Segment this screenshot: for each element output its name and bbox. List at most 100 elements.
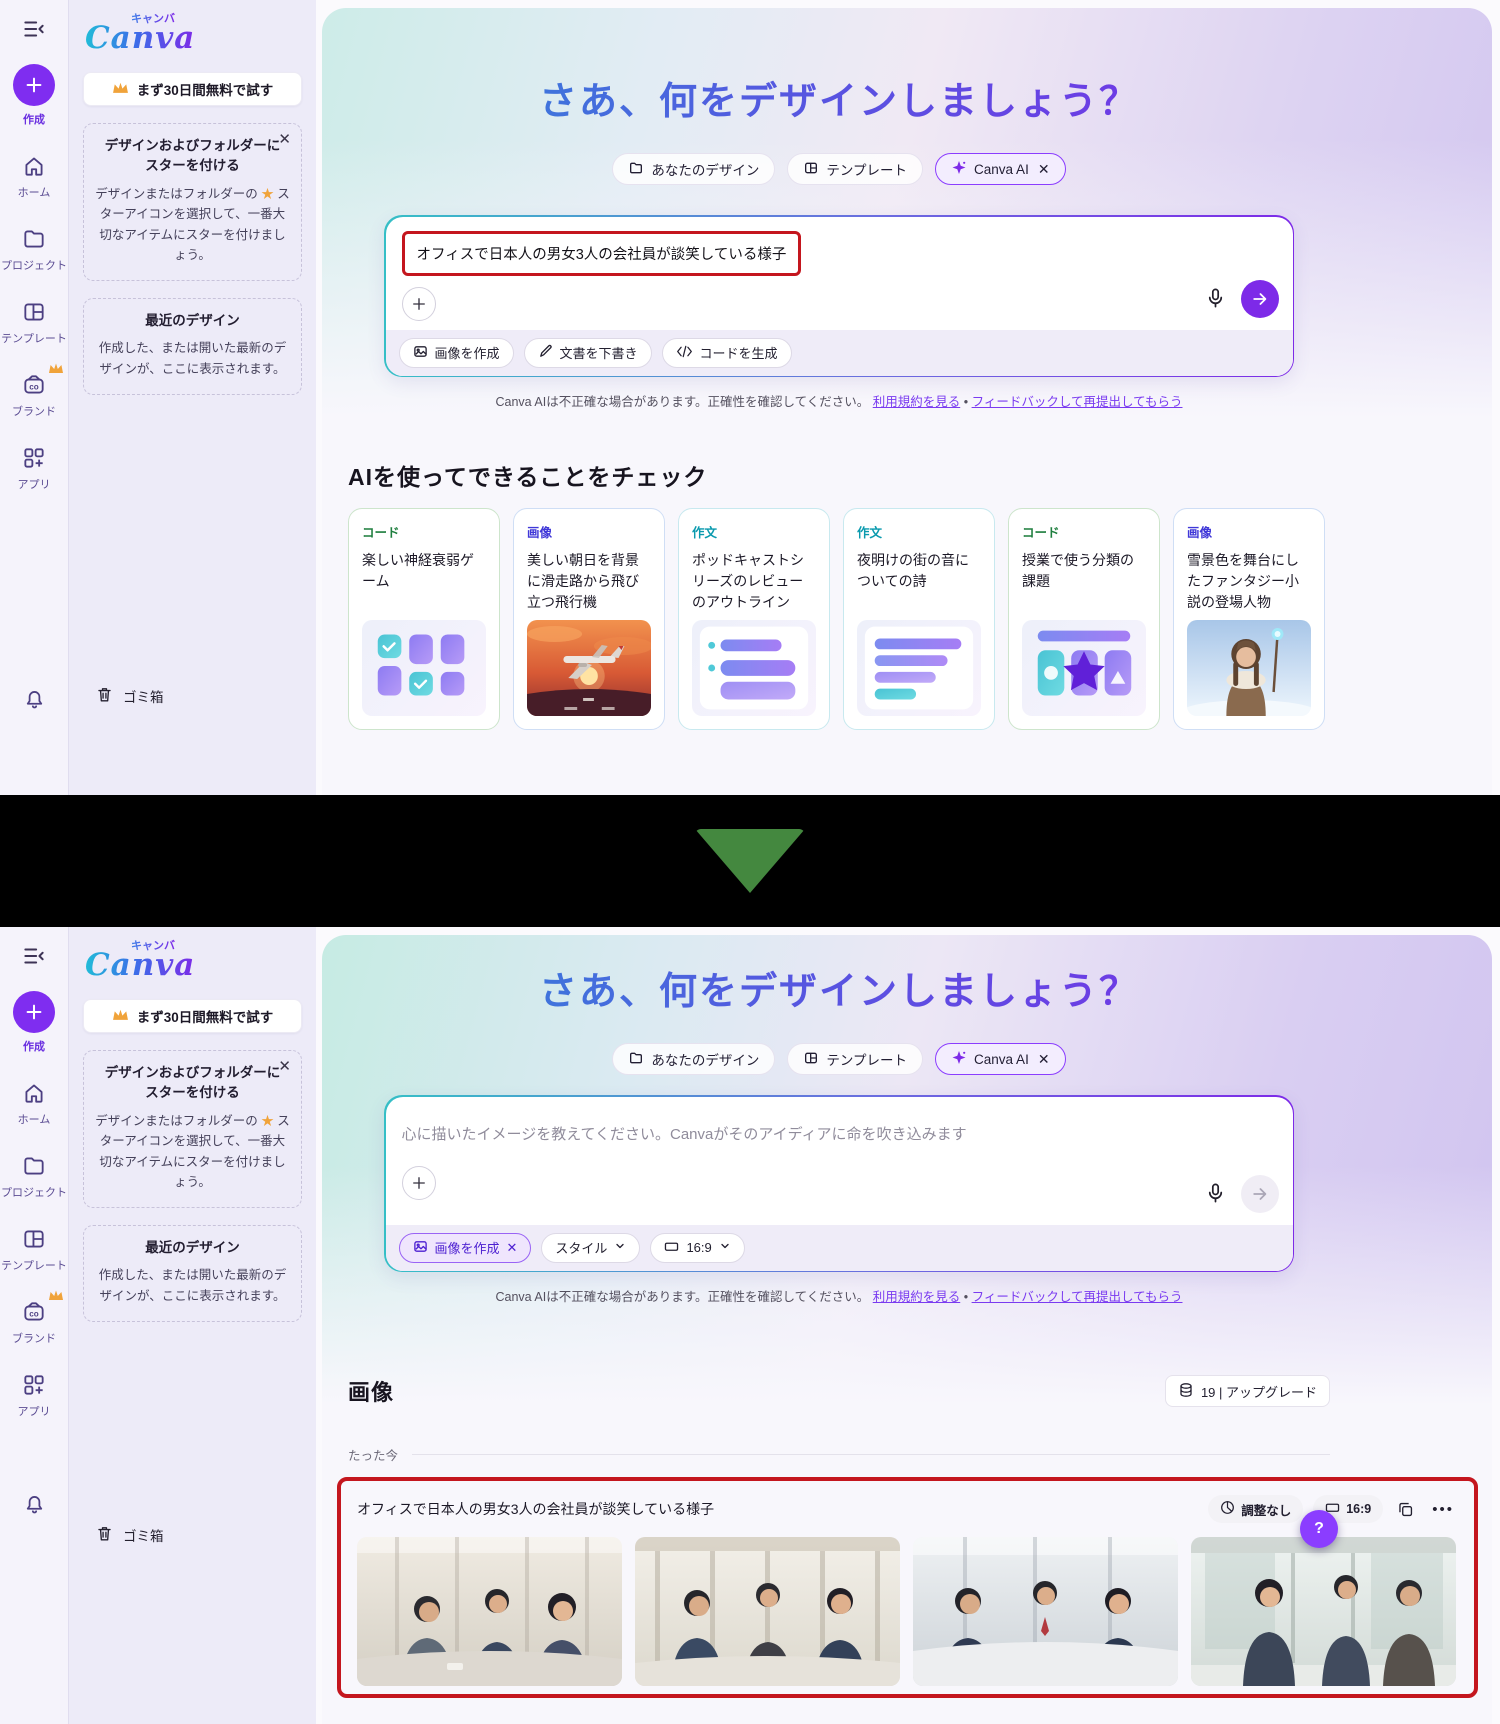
prompt-text: オフィスで日本人の男女3人の会社員が談笑している様子 xyxy=(417,247,787,263)
style-dropdown[interactable]: スタイル xyxy=(541,1233,640,1263)
close-icon[interactable]: ✕ xyxy=(1038,161,1050,178)
more-options-icon[interactable]: ••• xyxy=(1428,1501,1458,1518)
canva-logo-wordmark: Canva xyxy=(85,947,195,983)
free-trial-button[interactable]: まず30日間無料で試す xyxy=(83,72,302,106)
code-icon xyxy=(676,345,693,361)
image-icon xyxy=(413,344,428,362)
ai-disclaimer: Canva AIは不正確な場合があります。正確性を確認してください。 利用規約を… xyxy=(322,391,1356,410)
main-panel-after: さあ、何をデザインしましょう？ あなたのデザイン テンプレート Canva AI… xyxy=(322,935,1492,1724)
feedback-link[interactable]: フィードバックして再提出してもらう xyxy=(972,1290,1183,1304)
generated-image-4[interactable] xyxy=(1191,1537,1456,1686)
generated-image-3[interactable] xyxy=(913,1537,1178,1686)
annotation-result-rect: オフィスで日本人の男女3人の会社員が談笑している様子 調整なし 16:9 xyxy=(337,1477,1478,1698)
sidebar-item-templates[interactable]: テンプレート xyxy=(1,1226,67,1273)
brand-icon: co xyxy=(21,372,47,398)
icon-rail: 作成 ホーム プロジェクト テンプレート co ブランド アプリ xyxy=(0,927,68,1724)
create-label: 作成 xyxy=(23,111,45,127)
prompt-input-area[interactable]: 心に描いたイメージを教えてください。Canvaがそのアイディアに命を吹き込みます xyxy=(386,1097,1293,1225)
notifications-bell-icon[interactable] xyxy=(22,1491,47,1516)
sidebar-item-projects[interactable]: プロジェクト xyxy=(1,1153,67,1200)
generated-image-2[interactable] xyxy=(635,1537,900,1686)
ai-examples-heading: AIを使ってできることをチェック xyxy=(348,458,1356,492)
sidebar-item-home[interactable]: ホーム xyxy=(18,1080,51,1127)
close-icon[interactable]: ✕ xyxy=(1038,1051,1050,1068)
outline-list-art xyxy=(692,620,816,716)
example-card-airplane[interactable]: 画像 美しい朝日を背景に滑走路から飛び立つ飛行機 xyxy=(513,508,665,730)
tab-your-designs[interactable]: あなたのデザイン xyxy=(612,1043,775,1075)
images-section-heading: 画像 xyxy=(348,1375,394,1407)
annotation-highlight-rect: オフィスで日本人の男女3人の会社員が談笑している様子 xyxy=(402,231,802,276)
star-tiles-art xyxy=(1022,620,1146,716)
recent-designs-card: 最近のデザイン 作成した、または開いた最新のデザインが、ここに表示されます。 xyxy=(83,298,302,395)
microphone-icon[interactable] xyxy=(1204,1182,1227,1205)
terms-link[interactable]: 利用規約を見る xyxy=(873,1290,961,1304)
tab-canva-ai[interactable]: Canva AI ✕ xyxy=(935,153,1066,185)
screen-after: 作成 ホーム プロジェクト テンプレート co ブランド アプリ xyxy=(0,927,1500,1724)
copy-icon[interactable] xyxy=(1393,1500,1418,1519)
aspect-ratio-dropdown[interactable]: 16:9 xyxy=(650,1233,744,1263)
sidebar-item-home[interactable]: ホーム xyxy=(18,153,51,200)
star-icon: ★ xyxy=(261,1114,274,1128)
home-icon xyxy=(21,1080,47,1106)
svg-text:co: co xyxy=(29,383,39,392)
canva-logo[interactable]: キャンバ Canva xyxy=(85,10,195,58)
tab-templates[interactable]: テンプレート xyxy=(787,1043,923,1075)
help-button[interactable]: ? xyxy=(1300,1510,1338,1548)
quick-action-chips: 画像を作成 文書を下書き コードを生成 xyxy=(386,330,1293,376)
create-button[interactable]: 作成 xyxy=(13,991,55,1054)
example-card-podcast-outline[interactable]: 作文 ポッドキャストシリーズのレビューのアウトライン xyxy=(678,508,830,730)
tab-canva-ai[interactable]: Canva AI ✕ xyxy=(935,1043,1066,1075)
add-attachment-button[interactable] xyxy=(402,1166,436,1200)
example-card-class-assignment[interactable]: コード 授業で使う分類の課題 xyxy=(1008,508,1160,730)
create-image-chip[interactable]: 画像を作成 xyxy=(399,338,514,368)
collapse-menu-icon[interactable] xyxy=(21,16,47,42)
terms-link[interactable]: 利用規約を見る xyxy=(873,395,961,409)
svg-text:co: co xyxy=(29,1310,39,1319)
generated-image-1[interactable] xyxy=(357,1537,622,1686)
pencil-icon xyxy=(538,344,553,362)
tab-templates[interactable]: テンプレート xyxy=(787,153,923,185)
page-title: さあ、何をデザインしましょう？ xyxy=(322,8,1356,125)
free-trial-button[interactable]: まず30日間無料で試す xyxy=(83,999,302,1033)
collapse-menu-icon[interactable] xyxy=(21,943,47,969)
trash-button[interactable]: ゴミ箱 xyxy=(83,685,302,707)
star-tip-card: ✕ デザインおよびフォルダーにスターを付ける デザインまたはフォルダーの ★ ス… xyxy=(83,123,302,281)
close-icon[interactable]: ✕ xyxy=(507,1240,518,1256)
image-icon xyxy=(413,1239,428,1257)
ai-example-cards: コード 楽しい神経衰弱ゲーム xyxy=(348,508,1356,730)
close-icon[interactable]: ✕ xyxy=(278,1059,291,1074)
credits-upgrade-button[interactable]: 19 | アップグレード xyxy=(1165,1375,1330,1407)
canva-logo[interactable]: キャンバ Canva xyxy=(85,937,195,985)
create-button[interactable]: 作成 xyxy=(13,64,55,127)
send-button[interactable] xyxy=(1241,1175,1279,1213)
sidebar-item-apps[interactable]: アプリ xyxy=(18,445,51,492)
example-card-dawn-poem[interactable]: 作文 夜明けの街の音についての詩 xyxy=(843,508,995,730)
example-card-fantasy-character[interactable]: 画像 雪景色を舞台にしたファンタジー小説の登場人物 xyxy=(1173,508,1325,730)
feedback-link[interactable]: フィードバックして再提出してもらう xyxy=(972,395,1183,409)
ai-prompt-box: 心に描いたイメージを教えてください。Canvaがそのアイディアに命を吹き込みます xyxy=(384,1095,1294,1272)
sidebar-item-apps[interactable]: アプリ xyxy=(18,1372,51,1419)
apps-icon xyxy=(21,1372,47,1398)
draft-doc-chip[interactable]: 文書を下書き xyxy=(524,338,652,368)
prompt-input-area[interactable]: オフィスで日本人の男女3人の会社員が談笑している様子 xyxy=(386,217,1293,330)
microphone-icon[interactable] xyxy=(1204,287,1227,310)
sidebar-item-brand[interactable]: co ブランド xyxy=(12,372,56,419)
close-icon[interactable]: ✕ xyxy=(278,132,291,147)
notifications-bell-icon[interactable] xyxy=(22,686,47,711)
add-attachment-button[interactable] xyxy=(402,287,436,321)
folder-icon xyxy=(21,1153,47,1179)
trash-button[interactable]: ゴミ箱 xyxy=(83,1524,302,1546)
send-button[interactable] xyxy=(1241,280,1279,318)
example-card-memory-game[interactable]: コード 楽しい神経衰弱ゲーム xyxy=(348,508,500,730)
sidebar-item-brand[interactable]: co ブランド xyxy=(12,1299,56,1346)
adjust-chip[interactable]: 調整なし xyxy=(1208,1495,1303,1523)
main-panel-before: さあ、何をデザインしましょう？ あなたのデザイン テンプレート Canva AI… xyxy=(322,8,1492,795)
plus-icon xyxy=(13,991,55,1033)
generation-option-chips: 画像を作成 ✕ スタイル 16:9 xyxy=(386,1225,1293,1271)
text-lines-art xyxy=(857,620,981,716)
sidebar-item-templates[interactable]: テンプレート xyxy=(1,299,67,346)
create-image-selected-chip[interactable]: 画像を作成 ✕ xyxy=(399,1233,532,1263)
generate-code-chip[interactable]: コードを生成 xyxy=(662,338,792,368)
tab-your-designs[interactable]: あなたのデザイン xyxy=(612,153,775,185)
sidebar-item-projects[interactable]: プロジェクト xyxy=(1,226,67,273)
